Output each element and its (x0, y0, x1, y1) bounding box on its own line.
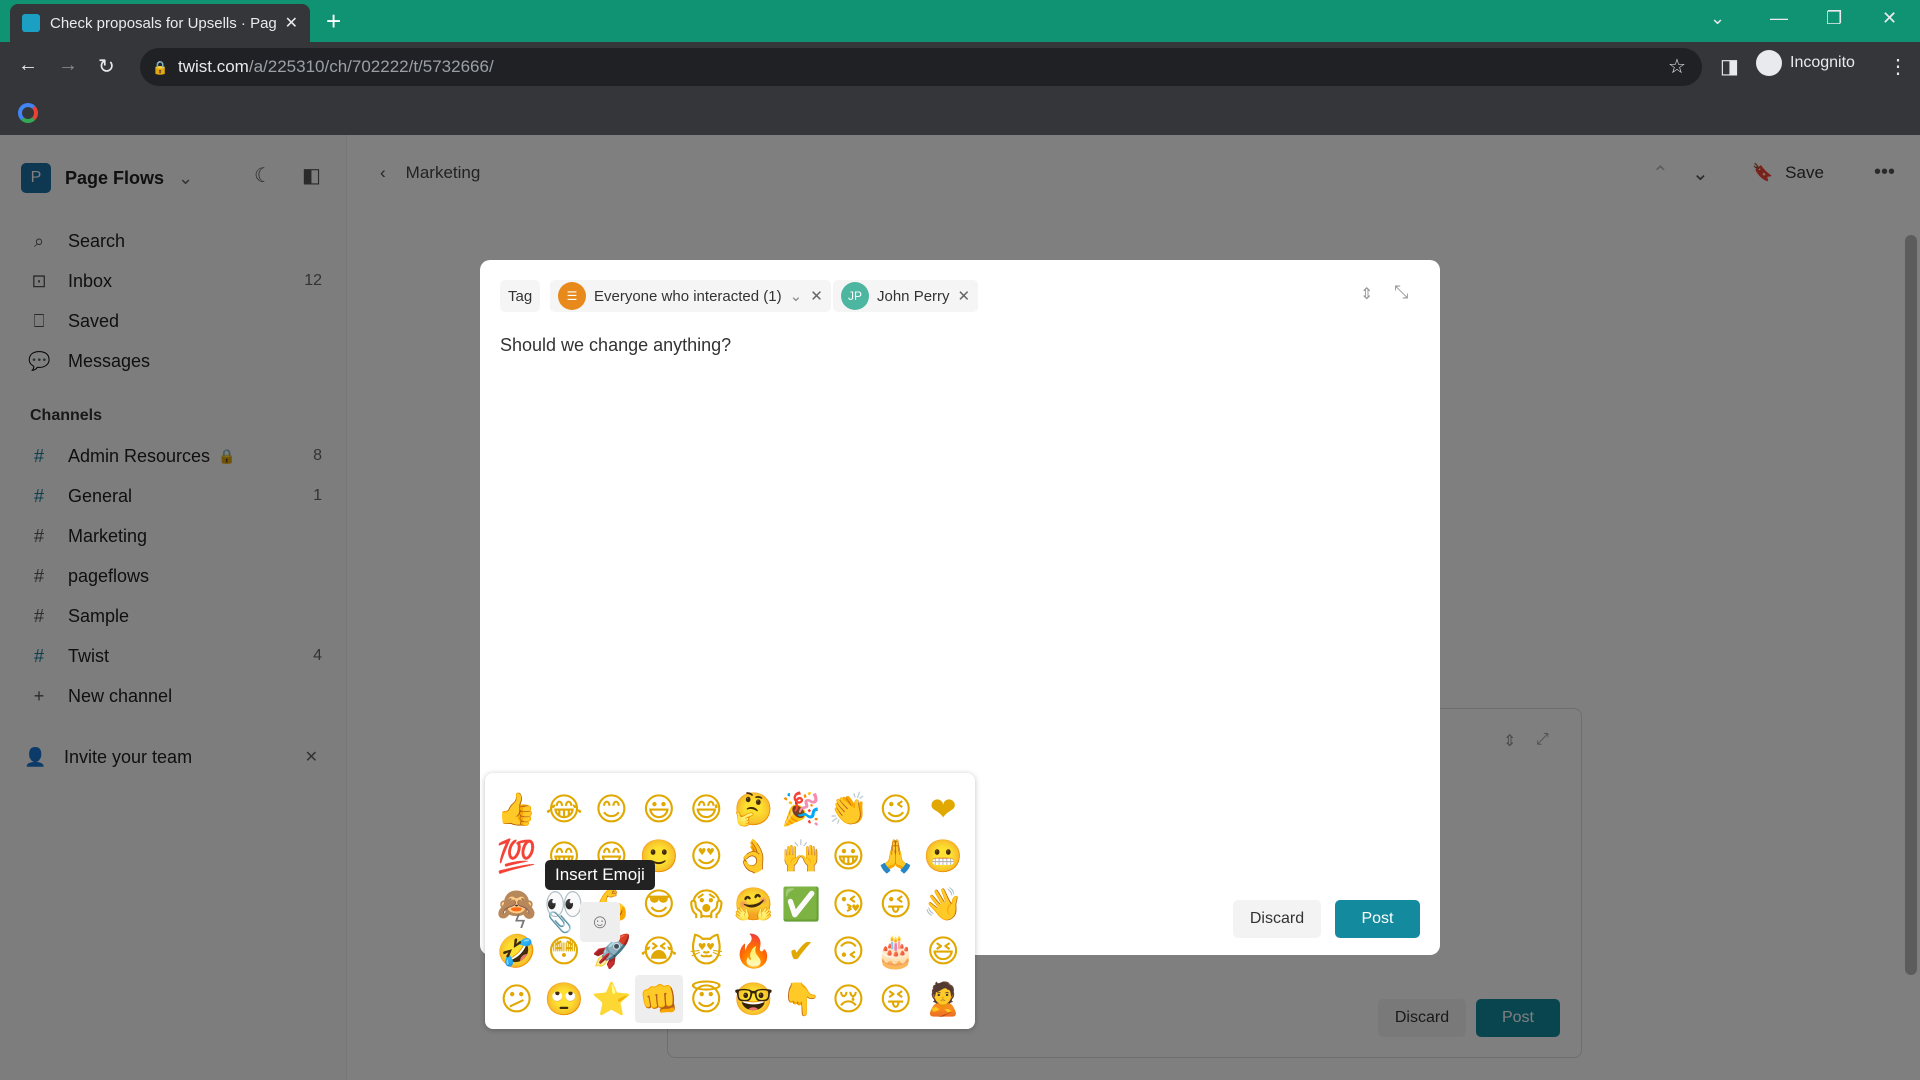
emoji-option[interactable]: 😃 (635, 785, 682, 833)
new-tab-button[interactable]: + (326, 6, 341, 37)
emoji-option[interactable]: 👊 (635, 975, 683, 1023)
emoji-option[interactable]: 👋 (920, 880, 967, 928)
emoji-option[interactable]: 🙏 (872, 833, 919, 881)
emoji-option[interactable]: 😇 (683, 975, 730, 1023)
emoji-option[interactable]: 😅 (683, 785, 730, 833)
composer-modal: Tag ☰ Everyone who interacted (1) ⌄ ✕ JP… (480, 260, 1440, 1029)
emoji-picker: 👍😂😊😃😅🤔🎉👏😉❤💯😁😄🙂😍👌🙌😀🙏😬🙈👀💪😎😱🤗✅😘😜👋🤣😳🚀😭😻🔥✔🙃🎂😆… (485, 773, 975, 1029)
emoji-option[interactable]: 👌 (730, 833, 777, 881)
emoji-option[interactable]: 👍 (493, 785, 540, 833)
collapse-icon[interactable]: ⤡ (1394, 282, 1408, 303)
emoji-option[interactable]: 😜 (872, 880, 919, 928)
tab-title: Check proposals for Upsells · Page Flows (50, 14, 277, 32)
profile-label: Incognito (1790, 54, 1855, 71)
emoji-option[interactable]: 🤔 (730, 785, 777, 833)
forward-icon[interactable]: → (58, 54, 78, 77)
tab-search-icon[interactable]: ⌄ (1710, 8, 1725, 29)
emoji-option[interactable]: 😍 (683, 833, 730, 881)
post-label: Post (1361, 910, 1394, 927)
post-button[interactable]: Post (1335, 900, 1420, 938)
restore-button[interactable]: ❐ (1826, 8, 1842, 29)
browser-tab-bar: Check proposals for Upsells · Page Flows… (0, 0, 1920, 42)
emoji-option[interactable]: ✅ (777, 880, 824, 928)
browser-menu-icon[interactable]: ⋮ (1888, 54, 1908, 79)
resize-icon[interactable]: ⇕ (1360, 284, 1373, 304)
tag-label: Tag (508, 287, 533, 305)
emoji-option[interactable]: 😻 (683, 928, 730, 976)
group-chip-label: Everyone who interacted (1) (594, 287, 782, 305)
discard-button[interactable]: Discard (1233, 900, 1321, 938)
remove-recipient-icon[interactable]: ✕ (810, 287, 823, 305)
user-recipient-chip[interactable]: JP John Perry ✕ (833, 280, 979, 312)
lock-icon[interactable]: 🔒 (152, 60, 168, 76)
emoji-option[interactable]: ❤ (920, 785, 967, 833)
bookmarks-bar (0, 93, 1920, 135)
emoji-option[interactable]: 😕 (493, 975, 540, 1023)
message-textarea[interactable]: Should we change anything? (500, 335, 731, 356)
emoji-option[interactable]: 🙎 (920, 975, 967, 1023)
twist-favicon-icon (22, 14, 40, 32)
close-tab-icon[interactable]: ✕ (285, 13, 298, 33)
emoji-option[interactable]: 🎉 (777, 785, 824, 833)
emoji-option[interactable]: 😊 (588, 785, 635, 833)
emoji-option[interactable]: 🤗 (730, 880, 777, 928)
emoji-option[interactable]: 🔥 (730, 928, 777, 976)
insert-emoji-button[interactable]: ☺ (580, 902, 620, 942)
scrollbar-thumb[interactable] (1905, 235, 1917, 975)
emoji-option[interactable]: 😬 (920, 833, 967, 881)
chevron-down-icon[interactable]: ⌄ (790, 287, 803, 305)
avatar: JP (841, 282, 869, 310)
emoji-option[interactable]: 👇 (777, 975, 824, 1023)
emoji-option[interactable]: 😘 (825, 880, 872, 928)
insert-emoji-tooltip: Insert Emoji (545, 860, 655, 890)
emoji-option[interactable]: 😆 (920, 928, 967, 976)
emoji-option[interactable]: 🤓 (730, 975, 777, 1023)
address-bar-row: ← → ↻ twist.com/a/225310/ch/702222/t/573… (0, 42, 1920, 93)
emoji-option[interactable]: 😝 (872, 975, 919, 1023)
bookmark-star-icon[interactable]: ☆ (1668, 54, 1686, 79)
emoji-option[interactable]: 😉 (872, 785, 919, 833)
url-path: /a/225310/ch/702222/t/5732666/ (248, 57, 494, 76)
emoji-option[interactable]: ⭐ (588, 975, 635, 1023)
incognito-profile[interactable]: Incognito (1756, 50, 1855, 76)
incognito-icon (1756, 50, 1782, 76)
google-icon[interactable] (18, 103, 38, 123)
side-panel-icon[interactable]: ◨ (1720, 54, 1739, 79)
twist-app: P Page Flows ⌄ ☾ ◧ ⌕Search ⊡Inbox12 ⎕Sav… (0, 135, 1920, 1080)
emoji-option[interactable]: 😭 (635, 928, 682, 976)
url-domain: twist.com (178, 57, 249, 76)
emoji-option[interactable]: 🙄 (540, 975, 587, 1023)
group-recipient-chip[interactable]: ☰ Everyone who interacted (1) ⌄ ✕ (550, 280, 831, 312)
user-chip-label: John Perry (877, 287, 950, 305)
emoji-option[interactable]: 😂 (540, 785, 587, 833)
remove-recipient-icon[interactable]: ✕ (958, 287, 971, 305)
reload-icon[interactable]: ↻ (98, 54, 115, 79)
emoji-option[interactable]: 👏 (825, 785, 872, 833)
url-input[interactable]: twist.com/a/225310/ch/702222/t/5732666/ (140, 48, 1702, 86)
attachment-icon[interactable]: 📎 (540, 902, 580, 942)
emoji-option[interactable]: 💯 (493, 833, 540, 881)
emoji-option[interactable]: 😀 (825, 833, 872, 881)
browser-tab[interactable]: Check proposals for Upsells · Page Flows… (10, 4, 310, 42)
close-window-button[interactable]: ✕ (1882, 8, 1897, 29)
minimize-button[interactable]: — (1770, 8, 1788, 29)
emoji-option[interactable]: 🙌 (777, 833, 824, 881)
emoji-option[interactable]: 🙃 (825, 928, 872, 976)
emoji-option[interactable]: 🎂 (872, 928, 919, 976)
emoji-option[interactable]: ✔ (777, 928, 824, 976)
group-list-icon: ☰ (558, 282, 586, 310)
emoji-option[interactable]: 😢 (825, 975, 872, 1023)
lightning-icon[interactable]: ϟ (500, 902, 540, 942)
back-icon[interactable]: ← (18, 54, 38, 77)
discard-label: Discard (1249, 910, 1305, 927)
emoji-option[interactable]: 😱 (683, 880, 730, 928)
tag-button[interactable]: Tag (500, 280, 541, 312)
